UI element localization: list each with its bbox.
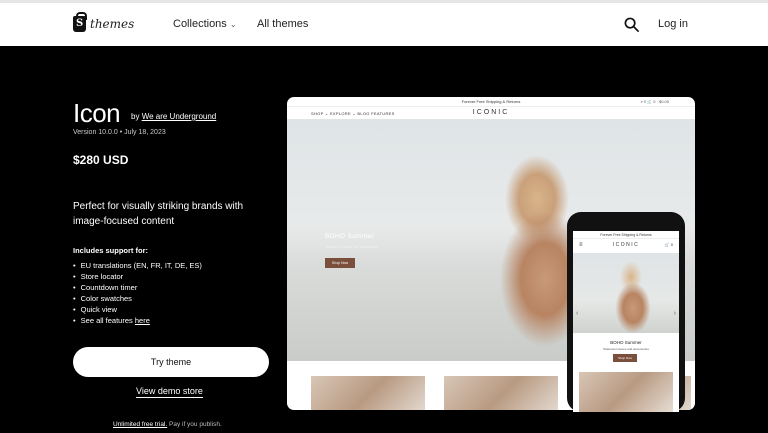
feature-item: Quick view [73,304,202,315]
login-link[interactable]: Log in [658,18,688,30]
preview-hero-subtitle: Statement pieces and accessories [325,245,379,249]
try-theme-button[interactable]: Try theme [73,347,269,377]
theme-title: Icon [73,98,121,128]
nav-collections-menu[interactable]: Collections ⌄ [173,18,237,30]
mobile-screen: Forever Free Shipping & Returns ≡ ICONIC… [573,231,679,412]
mobile-hero-title: BOHO Summer [610,340,642,345]
top-navigation: themes Collections⌄ All themes Log in [0,0,768,46]
logo-text: themes [90,17,135,31]
mobile-hero-subtitle: Statement pieces and accessories [603,347,649,351]
chevron-down-icon: ⌄ [229,20,237,29]
nav-all-themes-link[interactable]: All themes [257,18,308,30]
theme-tagline: Perfect for visually striking brands wit… [73,201,244,227]
theme-price: $280 USD [73,153,129,167]
mobile-cart: 🛒 0 [664,242,673,247]
shopify-themes-logo[interactable]: themes [73,12,135,32]
carousel-dot [686,352,689,355]
preview-shop-now-button: Shop Now [325,258,355,268]
mobile-preview: Forever Free Shipping & Returns ≡ ICONIC… [567,212,685,412]
mobile-header: ≡ ICONIC 🛒 0 [573,239,679,251]
mobile-brand: ICONIC [612,242,640,248]
author-link[interactable]: We are Underground [142,112,217,121]
theme-author-line: by We are Underground [131,112,216,121]
trial-note: Unlimited free trial. Pay if you publish… [113,421,222,428]
feature-list: EU translations (EN, FR, IT, DE, ES) Sto… [73,260,202,326]
preview-thumbnail [444,376,558,410]
trial-note-rest: Pay if you publish. [167,421,222,428]
feature-item-see-all: See all features here [73,315,202,326]
see-all-features-link[interactable]: here [135,316,150,325]
preview-hero-title: BOHO Summer [325,233,374,240]
feature-item: Color swatches [73,293,202,304]
chevron-left-icon: ‹ [576,310,579,317]
by-prefix: by [131,112,140,121]
supports-heading: Includes support for: [73,246,148,255]
shopify-bag-icon [73,12,87,32]
mobile-shop-now-button: Shop Now [613,354,637,362]
view-demo-store-link[interactable]: View demo store [136,386,203,398]
see-all-label: See all features [80,316,133,325]
preview-brand: ICONIC [472,109,510,116]
mobile-hero-image: ‹ › [573,253,679,333]
preview-thumbnail [311,376,425,410]
preview-banner-text: Forever Free Shipping & Returns [461,99,521,104]
unlimited-trial-link[interactable]: Unlimited free trial. [113,421,167,428]
mobile-thumbnail [579,372,673,412]
search-icon[interactable] [624,17,639,32]
preview-header: SHOP ⌄ EXPLORE ⌄ BLOG FEATURES ICONIC [287,107,695,119]
feature-item: EU translations (EN, FR, IT, DE, ES) [73,260,202,271]
preview-header-icons: ⌕ ⚲ 🛒 0 · $0.00 [640,99,669,104]
feature-item: Countdown timer [73,282,202,293]
version-info: Version 10.0.0 • July 18, 2023 [73,129,166,136]
chevron-right-icon: › [673,310,676,317]
preview-announcement-bar: Forever Free Shipping & Returns ⌕ ⚲ 🛒 0 … [287,97,695,107]
mobile-banner: Forever Free Shipping & Returns [573,231,679,239]
feature-item: Store locator [73,271,202,282]
nav-collections-label: Collections [173,18,227,30]
